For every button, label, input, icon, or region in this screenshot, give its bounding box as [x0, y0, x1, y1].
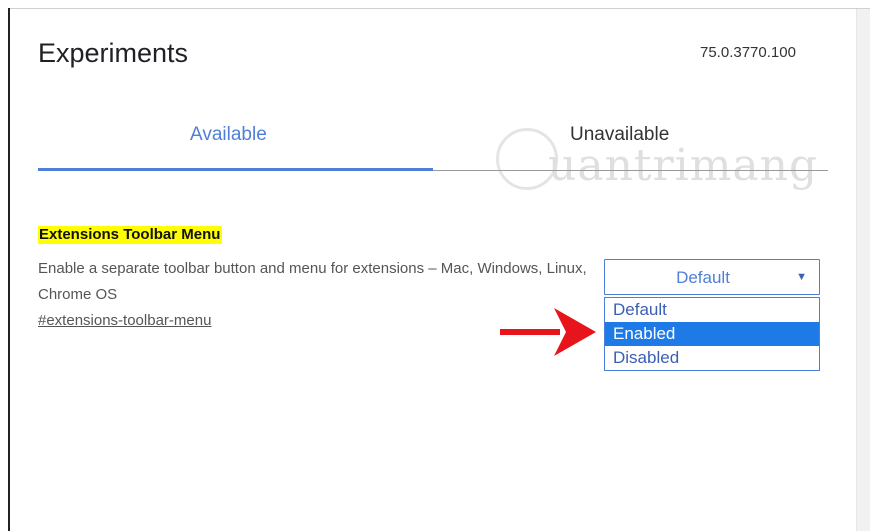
select-current-value: Default	[676, 268, 730, 287]
watermark-text: uantrimang	[548, 140, 819, 191]
red-arrow-icon	[500, 308, 596, 356]
option-disabled[interactable]: Disabled	[605, 346, 819, 370]
tab-active-indicator	[38, 168, 433, 171]
flag-title: Extensions Toolbar Menu	[38, 226, 223, 244]
option-default[interactable]: Default	[605, 298, 819, 322]
flag-description: Enable a separate toolbar button and men…	[38, 260, 587, 303]
window-left-border	[8, 8, 10, 531]
chevron-down-icon: ▼	[796, 271, 807, 283]
tab-unavailable[interactable]: Unavailable	[570, 124, 669, 146]
flag-anchor-link[interactable]: #extensions-toolbar-menu	[38, 312, 211, 329]
version-label: 75.0.3770.100	[700, 44, 796, 61]
select-dropdown-list: Default Enabled Disabled	[604, 297, 820, 371]
vertical-scrollbar[interactable]	[856, 9, 870, 531]
tab-available[interactable]: Available	[190, 124, 267, 146]
option-enabled[interactable]: Enabled	[605, 322, 819, 346]
page-title: Experiments	[38, 38, 189, 68]
window-top-border	[8, 8, 870, 9]
flag-state-select[interactable]: Default ▼	[604, 259, 820, 295]
